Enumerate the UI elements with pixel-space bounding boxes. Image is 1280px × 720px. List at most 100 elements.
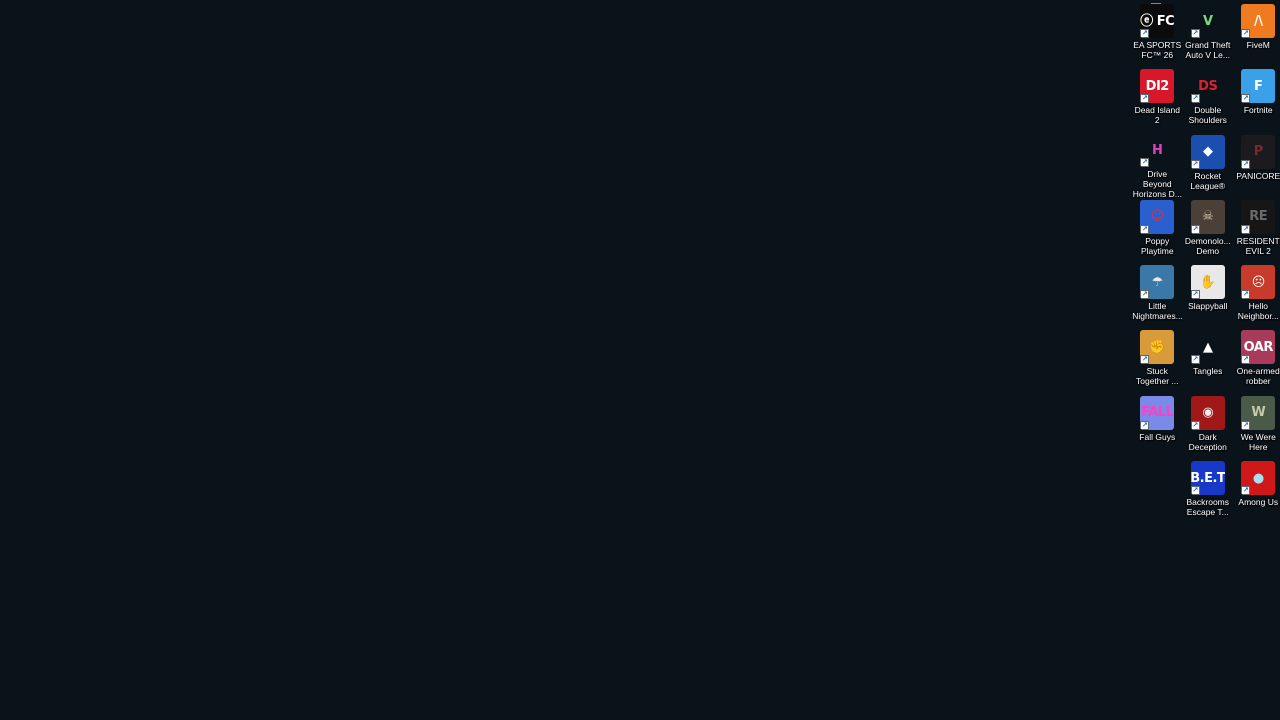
icon-glyph: /\	[1254, 13, 1263, 29]
desktop-shortcut[interactable]: B.E.T ↗ Backrooms Escape T...	[1183, 459, 1234, 524]
desktop-shortcut[interactable]: ✋ ↗ Slappyball	[1183, 263, 1234, 328]
desktop-shortcut-label: Tangles	[1193, 366, 1223, 377]
desktop-shortcut[interactable]: ☺ ↗ Poppy Playtime	[1132, 198, 1183, 263]
desktop-shortcut[interactable]: ✊ ↗ Stuck Together ...	[1132, 328, 1183, 393]
desktop-shortcut-label: Fall Guys	[1139, 431, 1176, 442]
icon-glyph: FALL	[1141, 405, 1174, 421]
icon-glyph: ☠	[1202, 209, 1214, 225]
shortcut-arrow-icon: ↗	[1190, 486, 1200, 496]
shortcut-arrow-icon: ↗	[1190, 159, 1200, 169]
shortcut-arrow-icon: ↗	[1241, 420, 1251, 430]
icon-glyph: ◉	[1202, 405, 1214, 421]
shortcut-arrow-icon: ↗	[1140, 224, 1150, 234]
one-armed-robber-icon: OAR ↗	[1241, 330, 1276, 365]
desktop-shortcut-label: Backrooms Escape T...	[1186, 497, 1229, 518]
shortcut-arrow-icon: ↗	[1140, 158, 1150, 168]
shortcut-arrow-icon: ↗	[1241, 224, 1251, 234]
rocket-league-icon: ◆ ↗	[1190, 134, 1225, 169]
desktop-shortcut-label: Poppy Playtime	[1140, 235, 1174, 256]
desktop-shortcut[interactable]: DS ↗ Double Shoulders	[1183, 67, 1234, 132]
among-us-icon: ● ↗	[1241, 461, 1276, 496]
desktop-shortcut[interactable]: RE ↗ RESIDENT EVIL 2	[1233, 198, 1280, 263]
desktop-shortcut[interactable]: H ↗ Drive Beyond Horizons D...	[1132, 133, 1183, 198]
desktop-shortcut[interactable]: ☹ ↗ Hello Neighbor...	[1233, 263, 1280, 328]
tangles-icon: ▲ ↗	[1190, 330, 1225, 365]
shortcut-arrow-icon: ↗	[1140, 94, 1150, 104]
icon-glyph: ✋	[1199, 274, 1216, 290]
icon-glyph: OAR	[1243, 339, 1274, 355]
ea-sports-fc-icon: ⓔ FC ↗	[1140, 4, 1175, 38]
desktop-shortcut[interactable]: ☂ ↗ Little Nightmares...	[1132, 263, 1183, 328]
icon-glyph: B.E.T	[1190, 470, 1225, 486]
shortcut-arrow-icon: ↗	[1241, 290, 1251, 300]
desktop-shortcut-label: One-armed robber	[1236, 366, 1280, 387]
desktop-shortcut-label: Stuck Together ...	[1135, 366, 1179, 387]
icon-glyph: ✊	[1149, 339, 1166, 355]
shortcut-arrow-icon: ↗	[1241, 94, 1251, 104]
icon-glyph: ☂	[1151, 274, 1164, 290]
desktop-shortcut[interactable]: V ↗ Grand Theft Auto V Le...	[1183, 2, 1234, 67]
shortcut-arrow-icon: ↗	[1140, 420, 1150, 430]
shortcut-arrow-icon: ↗	[1140, 355, 1150, 365]
desktop-shortcut-label: Double Shoulders	[1188, 105, 1227, 126]
shortcut-arrow-icon: ↗	[1190, 94, 1200, 104]
shortcut-arrow-icon: ↗	[1190, 29, 1200, 38]
stuck-together-icon: ✊ ↗	[1140, 330, 1175, 365]
desktop-shortcut-label: Dark Deception	[1188, 431, 1227, 452]
desktop-shortcut-label: RESIDENT EVIL 2	[1236, 235, 1280, 256]
desktop-shortcut[interactable]: OAR ↗ One-armed robber	[1233, 328, 1280, 393]
shortcut-arrow-icon: ↗	[1241, 486, 1251, 496]
desktop-shortcut[interactable]: /\ ↗ FiveM	[1233, 2, 1280, 67]
icon-glyph: W	[1251, 405, 1266, 421]
shortcut-arrow-icon: ↗	[1190, 355, 1200, 365]
desktop-shortcut[interactable]: ● ↗ Among Us	[1233, 459, 1280, 524]
fall-guys-icon: FALL ↗	[1140, 395, 1175, 430]
desktop-shortcut-label: Drive Beyond Horizons D...	[1132, 169, 1182, 198]
icon-glyph: F	[1254, 78, 1263, 94]
gta-v-icon: V ↗	[1190, 4, 1225, 38]
poppy-playtime-icon: ☺ ↗	[1140, 199, 1175, 234]
desktop-shortcut[interactable]: ◉ ↗ Dark Deception	[1183, 394, 1234, 459]
desktop-shortcut[interactable]: P ↗ PANICORE	[1233, 133, 1280, 198]
desktop-shortcut[interactable]: ⓔ FC ↗ EA SPORTS FC™ 26	[1132, 2, 1183, 67]
icon-glyph: P	[1253, 144, 1264, 160]
dark-deception-icon: ◉ ↗	[1190, 395, 1225, 430]
desktop-shortcut-label: FiveM	[1246, 40, 1270, 50]
desktop-background[interactable]: ⓔ FC ↗ EA SPORTS FC™ 26 V ↗ Grand Theft Auto …	[0, 0, 1280, 720]
desktop-shortcut-label: PANICORE	[1236, 170, 1280, 181]
icon-glyph: H	[1152, 143, 1163, 159]
icon-glyph: ▲	[1203, 339, 1213, 355]
drive-beyond-horizons-icon: H ↗	[1140, 134, 1175, 168]
shortcut-arrow-icon: ↗	[1190, 420, 1200, 430]
desktop-shortcut-label: Among Us	[1238, 497, 1279, 508]
hello-neighbor-icon: ☹ ↗	[1241, 265, 1276, 300]
shortcut-arrow-icon: ↗	[1241, 159, 1251, 169]
desktop-shortcut-label: Little Nightmares...	[1132, 301, 1183, 322]
shortcut-arrow-icon: ↗	[1140, 29, 1150, 38]
icon-glyph: DI2	[1145, 78, 1170, 94]
shortcut-arrow-icon: ↗	[1140, 290, 1150, 300]
desktop-shortcut[interactable]: FALL ↗ Fall Guys	[1132, 394, 1183, 459]
dead-island-2-icon: DI2 ↗	[1140, 69, 1175, 104]
shortcut-arrow-icon: ↗	[1190, 290, 1200, 300]
desktop-shortcut[interactable]: ▲ ↗ Tangles	[1183, 328, 1234, 393]
desktop-shortcut[interactable]: DI2 ↗ Dead Island 2	[1132, 67, 1183, 132]
shortcut-arrow-icon: ↗	[1190, 224, 1200, 234]
desktop-shortcut[interactable]: F ↗ Fortnite	[1233, 67, 1280, 132]
icon-glyph: ☹	[1251, 274, 1266, 290]
desktop-shortcut[interactable]: ☠ ↗ Demonolo... Demo	[1183, 198, 1234, 263]
fivem-icon: /\ ↗	[1241, 4, 1276, 38]
desktop-shortcut-label: Grand Theft Auto V Le...	[1185, 40, 1231, 60]
desktop-icon-grid: ⓔ FC ↗ EA SPORTS FC™ 26 V ↗ Grand Theft Auto …	[1132, 2, 1280, 524]
backrooms-escape-together-icon: B.E.T ↗	[1190, 461, 1225, 496]
desktop-shortcut-label: We Were Here	[1240, 431, 1276, 452]
desktop-shortcut-label: EA SPORTS FC™ 26	[1133, 40, 1182, 60]
desktop-shortcut-label: Rocket League®	[1190, 170, 1226, 191]
fortnite-icon: F ↗	[1241, 69, 1276, 104]
desktop-shortcut[interactable]: ◆ ↗ Rocket League®	[1183, 133, 1234, 198]
icon-glyph: RE	[1249, 209, 1268, 225]
icon-glyph: ⓔ FC	[1140, 13, 1175, 29]
desktop-shortcut[interactable]: W ↗ We Were Here	[1233, 394, 1280, 459]
double-shoulders-icon: DS ↗	[1190, 69, 1225, 104]
demonologist-icon: ☠ ↗	[1190, 199, 1225, 234]
